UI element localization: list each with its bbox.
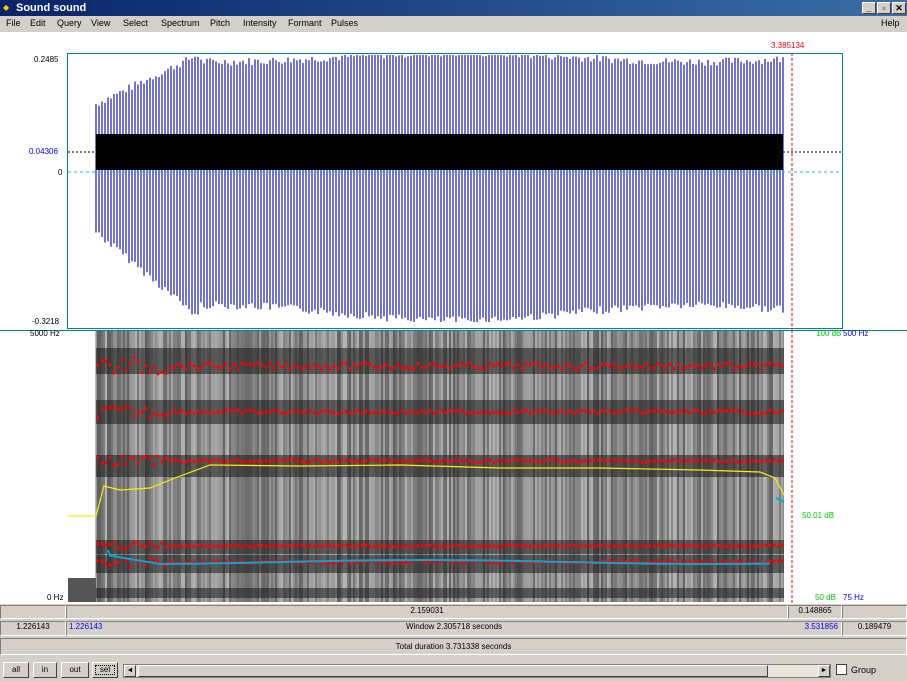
window-bar[interactable]: 1.226143 Window 2.305718 seconds 3.53185… (66, 621, 842, 636)
window-end-time: 3.531856 (804, 622, 838, 631)
wave-cursor-value-label: 0.04306 (29, 147, 58, 156)
spectral-dark-band-0 (96, 348, 784, 374)
menu-edit[interactable]: Edit (30, 18, 46, 29)
menu-spectrum[interactable]: Spectrum (161, 18, 200, 29)
window-duration-label: Window 2.305718 seconds (405, 622, 503, 631)
app-icon: ◆ (3, 3, 10, 12)
group-label: Group (851, 665, 877, 675)
spec-db-top-label: 100 dB (816, 329, 842, 338)
timebar-right-blank[interactable] (842, 605, 907, 619)
maximize-button[interactable]: ▫ (877, 2, 891, 14)
title-bar: ◆ Sound sound _ ▫ ✕ (0, 0, 907, 16)
right-segment-duration: 0.148865 (798, 606, 832, 615)
menu-pitch[interactable]: Pitch (210, 18, 230, 29)
menu-view[interactable]: View (91, 18, 110, 29)
scroll-right-arrow-icon[interactable]: ► (818, 665, 830, 677)
waveform-dense-band (96, 134, 783, 170)
menu-help[interactable]: Help (881, 18, 900, 29)
right-segment-bar[interactable]: 0.148865 (788, 605, 842, 619)
praat-sound-window: ◆ Sound sound _ ▫ ✕ File Edit Query View… (0, 0, 907, 681)
horizontal-scrollbar[interactable]: ◄ ► (123, 664, 831, 678)
zoom-out-button[interactable]: out (61, 662, 89, 678)
menu-intensity[interactable]: Intensity (243, 18, 277, 29)
timebar-left-blank[interactable] (0, 605, 66, 619)
scrollbar-thumb[interactable] (138, 665, 768, 677)
total-duration-label: Total duration 3.731338 seconds (395, 642, 512, 651)
wave-ymin-label: -0.3218 (32, 317, 60, 326)
spectral-dark-band-5 (96, 588, 784, 598)
window-start-time: 1.226143 (69, 622, 103, 631)
right-time: 0.189479 (857, 622, 892, 631)
waveform-plot[interactable] (0, 32, 907, 330)
spec-pitch-bottom-label: 75 Hz (843, 593, 864, 602)
selection-duration: 2.159031 (410, 606, 444, 615)
spec-db-mid-label: 50.01 dB (802, 511, 835, 520)
left-time: 1.226143 (16, 622, 50, 631)
spec-db-bottom-label: 50 dB (815, 593, 836, 602)
close-button[interactable]: ✕ (892, 2, 906, 14)
menu-query[interactable]: Query (57, 18, 82, 29)
zoom-to-selection-button[interactable]: sel (92, 662, 118, 678)
spec-pitch-top-label: 500 Hz (843, 329, 869, 338)
window-title: Sound sound (16, 2, 87, 14)
scroll-left-arrow-icon[interactable]: ◄ (124, 665, 136, 677)
menu-file[interactable]: File (6, 18, 21, 29)
menu-bar: File Edit Query View Select Spectrum Pit… (0, 16, 907, 31)
spec-fmax-label: 5000 Hz (30, 329, 60, 338)
show-all-button[interactable]: all (3, 662, 29, 678)
group-checkbox[interactable] (836, 664, 847, 675)
wave-ymax-label: 0.2485 (34, 55, 59, 64)
wave-zero-label: 0 (58, 168, 63, 177)
minimize-button[interactable]: _ (862, 2, 876, 14)
selection-duration-bar[interactable]: 2.159031 (66, 605, 788, 619)
spec-fmin-label: 0 Hz (47, 593, 64, 602)
cursor-time-label: 3.385134 (771, 41, 805, 50)
sound-editor-canvas[interactable]: 0.2485 0.04306 0 -0.3218 3.385134 5000 H… (0, 32, 907, 604)
menu-formant[interactable]: Formant (288, 18, 322, 29)
spectrogram-left-low-band (68, 578, 96, 602)
spectral-dark-band-3 (96, 540, 784, 554)
total-duration-bar[interactable]: Total duration 3.731338 seconds (0, 638, 907, 655)
menu-select[interactable]: Select (123, 18, 148, 29)
right-time-bar[interactable]: 0.189479 (842, 621, 907, 636)
zoom-in-button[interactable]: in (33, 662, 57, 678)
left-time-bar[interactable]: 1.226143 (0, 621, 66, 636)
menu-pulses[interactable]: Pulses (331, 18, 358, 29)
spectrogram-plot[interactable] (0, 330, 907, 604)
